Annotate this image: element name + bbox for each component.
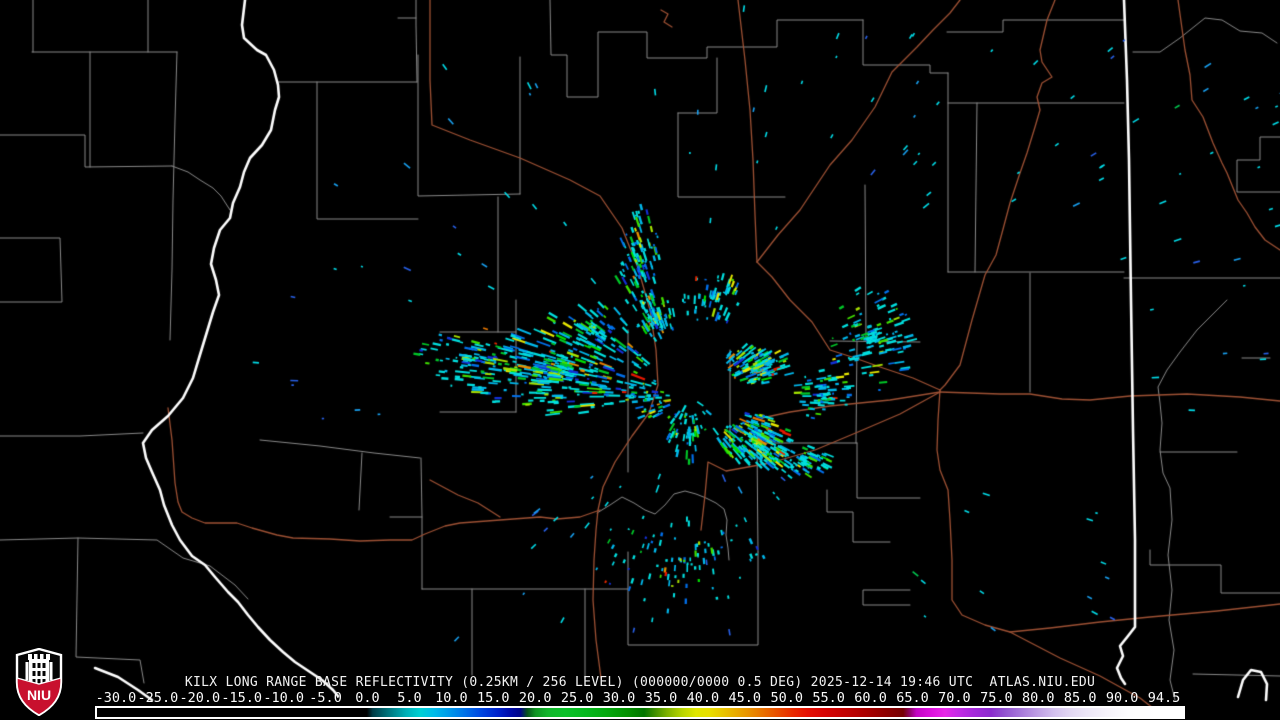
colorbar-tick-label: 20.0 xyxy=(518,690,552,706)
colorbar-scale-labels: -30.0 -25.0 -20.0 -15.0 -10.0 -5.0 0.0 5.0 10.0 1… xyxy=(0,690,1280,706)
colorbar-tick-label: 0.0 xyxy=(355,690,380,706)
colorbar-tick-label: 35.0 xyxy=(644,690,678,706)
colorbar-tick-label: -20.0 xyxy=(179,690,221,706)
radar-map-canvas xyxy=(0,0,1280,720)
colorbar-tick-label: -5.0 xyxy=(309,690,342,706)
colorbar-tick-label: 50.0 xyxy=(770,690,803,706)
niu-logo-shield: NIU xyxy=(15,648,63,716)
colorbar-tick-label: 30.0 xyxy=(602,690,636,706)
colorbar-tick-label: 45.0 xyxy=(728,690,762,706)
colorbar-tick-label: -30.0 xyxy=(95,690,137,706)
colorbar-tick-label: 5.0 xyxy=(397,690,422,706)
colorbar-tick-label: 40.0 xyxy=(686,690,720,706)
colorbar-tick-label: 90.0 xyxy=(1105,690,1139,706)
colorbar-tick-label: 15.0 xyxy=(477,690,510,706)
colorbar-tick-label: 94.5 xyxy=(1147,690,1181,706)
colorbar-tick-label: -10.0 xyxy=(263,690,304,706)
colorbar-tick-label: 55.0 xyxy=(812,690,845,706)
colorbar-tick-label: 70.0 xyxy=(938,690,971,706)
colorbar-tick-label: -25.0 xyxy=(137,690,179,706)
niu-logo-text: NIU xyxy=(27,687,51,703)
reflectivity-colorbar xyxy=(95,706,1185,719)
colorbar-tick-label: 65.0 xyxy=(896,690,929,706)
colorbar-tick-label: 75.0 xyxy=(980,690,1013,706)
colorbar-tick-label: 10.0 xyxy=(435,690,468,706)
niu-logo: NIU xyxy=(15,648,63,716)
colorbar-gradient xyxy=(97,708,1183,717)
product-title: KILX LONG RANGE BASE REFLECTIVITY (0.25K… xyxy=(184,675,1096,690)
colorbar-tick-label: 60.0 xyxy=(854,690,887,706)
colorbar-tick-label: 85.0 xyxy=(1063,690,1097,706)
colorbar-tick-label: 80.0 xyxy=(1022,690,1055,706)
colorbar-tick-label: 25.0 xyxy=(560,690,594,706)
colorbar-tick-label: -15.0 xyxy=(221,690,263,706)
